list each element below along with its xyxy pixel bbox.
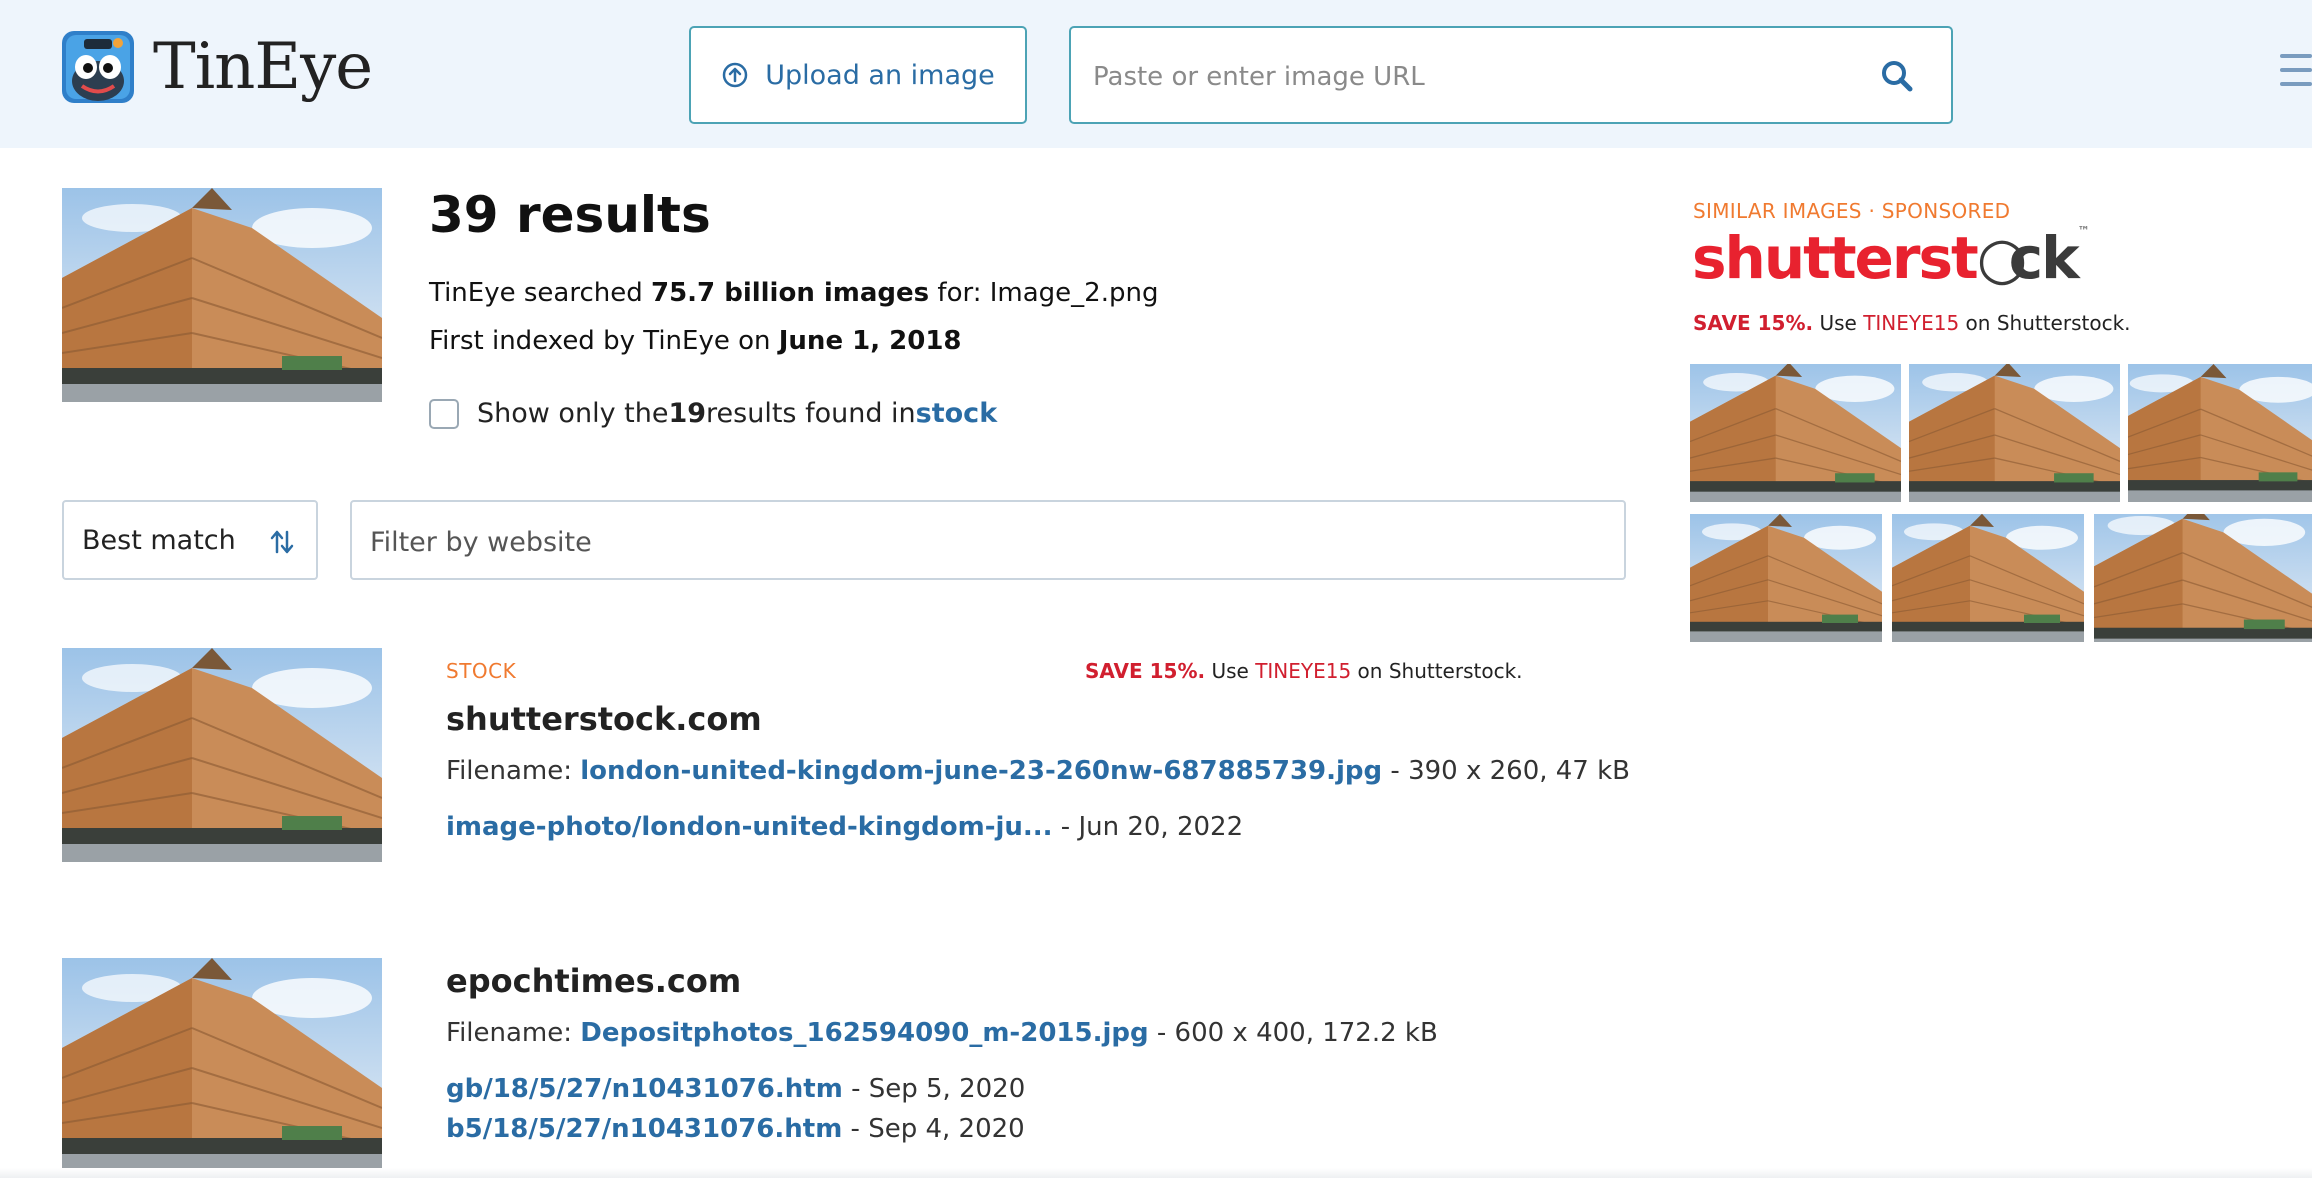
similar-image[interactable]	[1909, 364, 2120, 502]
filename-label: Filename:	[446, 1018, 581, 1048]
searched-count: 75.7 billion images	[651, 278, 930, 308]
page-bottom-edge	[0, 1168, 2312, 1178]
result-page-line: image-photo/london-united-kingdom-ju... …	[446, 812, 1243, 842]
page-date: - Jun 20, 2022	[1052, 812, 1244, 842]
stock-tag: STOCK	[446, 659, 517, 683]
stock-mid: results found in	[706, 398, 916, 429]
query-filename: Image_2.png	[989, 278, 1159, 308]
stock-count: 19	[668, 398, 707, 429]
file-info: - 390 x 260, 47 kB	[1382, 756, 1631, 786]
similar-label-right: SPONSORED	[1881, 199, 2011, 223]
promo-use: Use	[1205, 659, 1256, 683]
sort-icon	[270, 530, 294, 554]
similar-image[interactable]	[1892, 514, 2084, 642]
upload-icon	[722, 62, 748, 88]
promo-suffix: on Shutterstock.	[1351, 659, 1523, 683]
result-site-name[interactable]: shutterstock.com	[446, 700, 762, 738]
logo-part-a: shutterst	[1692, 224, 1979, 292]
filename-label: Filename:	[446, 756, 581, 786]
file-info: - 600 x 400, 172.2 kB	[1148, 1018, 1438, 1048]
similar-images-label: SIMILAR IMAGES · SPONSORED	[1693, 199, 2010, 223]
result-page-line: gb/18/5/27/n10431076.htm - Sep 5, 2020	[446, 1074, 1025, 1104]
brand-name[interactable]: TinEye	[153, 30, 373, 104]
similar-image[interactable]	[2094, 514, 2312, 642]
sort-value: Best match	[82, 524, 236, 556]
page-date: - Sep 4, 2020	[842, 1114, 1025, 1144]
searched-prefix: TinEye searched	[429, 278, 651, 308]
similar-promo[interactable]: SAVE 15%. Use TINEYE15 on Shutterstock.	[1693, 311, 2131, 335]
stock-only-checkbox[interactable]	[429, 398, 459, 429]
upload-label: Upload an image	[765, 59, 995, 91]
image-url-field[interactable]	[1069, 26, 1953, 124]
result-thumbnail[interactable]	[62, 648, 382, 862]
filter-by-website-input[interactable]	[368, 516, 1572, 568]
promo-code: TINEYE15	[1255, 659, 1352, 683]
top-header: TinEye Upload an image	[0, 0, 2312, 148]
similar-image[interactable]	[2128, 364, 2312, 502]
first-indexed-summary: First indexed by TinEye on June 1, 2018	[429, 326, 962, 356]
logo-tm: ™	[2077, 224, 2090, 238]
stock-prefix: Show only the	[477, 398, 669, 429]
similar-image[interactable]	[1690, 364, 1901, 502]
promo-code: TINEYE15	[1863, 311, 1960, 335]
indexed-date: June 1, 2018	[778, 326, 962, 356]
sort-select[interactable]: Best match	[62, 500, 318, 580]
filename-link[interactable]: Depositphotos_162594090_m-2015.jpg	[580, 1018, 1148, 1048]
page-date: - Sep 5, 2020	[842, 1074, 1026, 1104]
stock-link[interactable]: stock	[916, 398, 998, 429]
promo-use: Use	[1813, 311, 1864, 335]
result-count: 39 results	[429, 186, 711, 244]
result-filename-line: Filename: Depositphotos_162594090_m-2015…	[446, 1018, 1438, 1048]
similar-label-dot: ·	[1861, 199, 1882, 223]
search-icon[interactable]	[1879, 58, 1915, 94]
image-url-input[interactable]	[1091, 48, 1855, 106]
promo-save: SAVE 15%.	[1693, 311, 1814, 335]
similar-label-left: SIMILAR IMAGES	[1693, 199, 1862, 223]
logo-part-b: ck	[2008, 224, 2080, 292]
indexed-prefix: First indexed by TinEye on	[429, 326, 779, 356]
result-site-name[interactable]: epochtimes.com	[446, 962, 741, 1000]
stock-only-toggle[interactable]: Show only the 19 results found in stock	[429, 398, 997, 429]
promo-suffix: on Shutterstock.	[1959, 311, 2131, 335]
similar-image[interactable]	[1690, 514, 1882, 642]
filename-link[interactable]: london-united-kingdom-june-23-260nw-6878…	[580, 756, 1382, 786]
shutterstock-logo[interactable]: shutterst○ck™	[1692, 224, 2090, 292]
result-promo[interactable]: SAVE 15%. Use TINEYE15 on Shutterstock.	[1085, 659, 1523, 683]
promo-save: SAVE 15%.	[1085, 659, 1206, 683]
page-link[interactable]: b5/18/5/27/n10431076.htm	[446, 1114, 842, 1144]
filter-by-website-field[interactable]	[350, 500, 1626, 580]
menu-icon[interactable]	[2280, 54, 2312, 96]
searched-for: for:	[929, 278, 990, 308]
query-image-thumbnail[interactable]	[62, 188, 382, 402]
searched-summary: TinEye searched 75.7 billion images for:…	[429, 278, 1158, 308]
page-link[interactable]: gb/18/5/27/n10431076.htm	[446, 1074, 843, 1104]
tineye-logo-icon[interactable]	[62, 31, 134, 103]
result-page-line: b5/18/5/27/n10431076.htm - Sep 4, 2020	[446, 1114, 1025, 1144]
result-filename-line: Filename: london-united-kingdom-june-23-…	[446, 756, 1630, 786]
upload-image-button[interactable]: Upload an image	[689, 26, 1027, 124]
page-link[interactable]: image-photo/london-united-kingdom-ju...	[446, 812, 1053, 842]
result-thumbnail[interactable]	[62, 958, 382, 1172]
